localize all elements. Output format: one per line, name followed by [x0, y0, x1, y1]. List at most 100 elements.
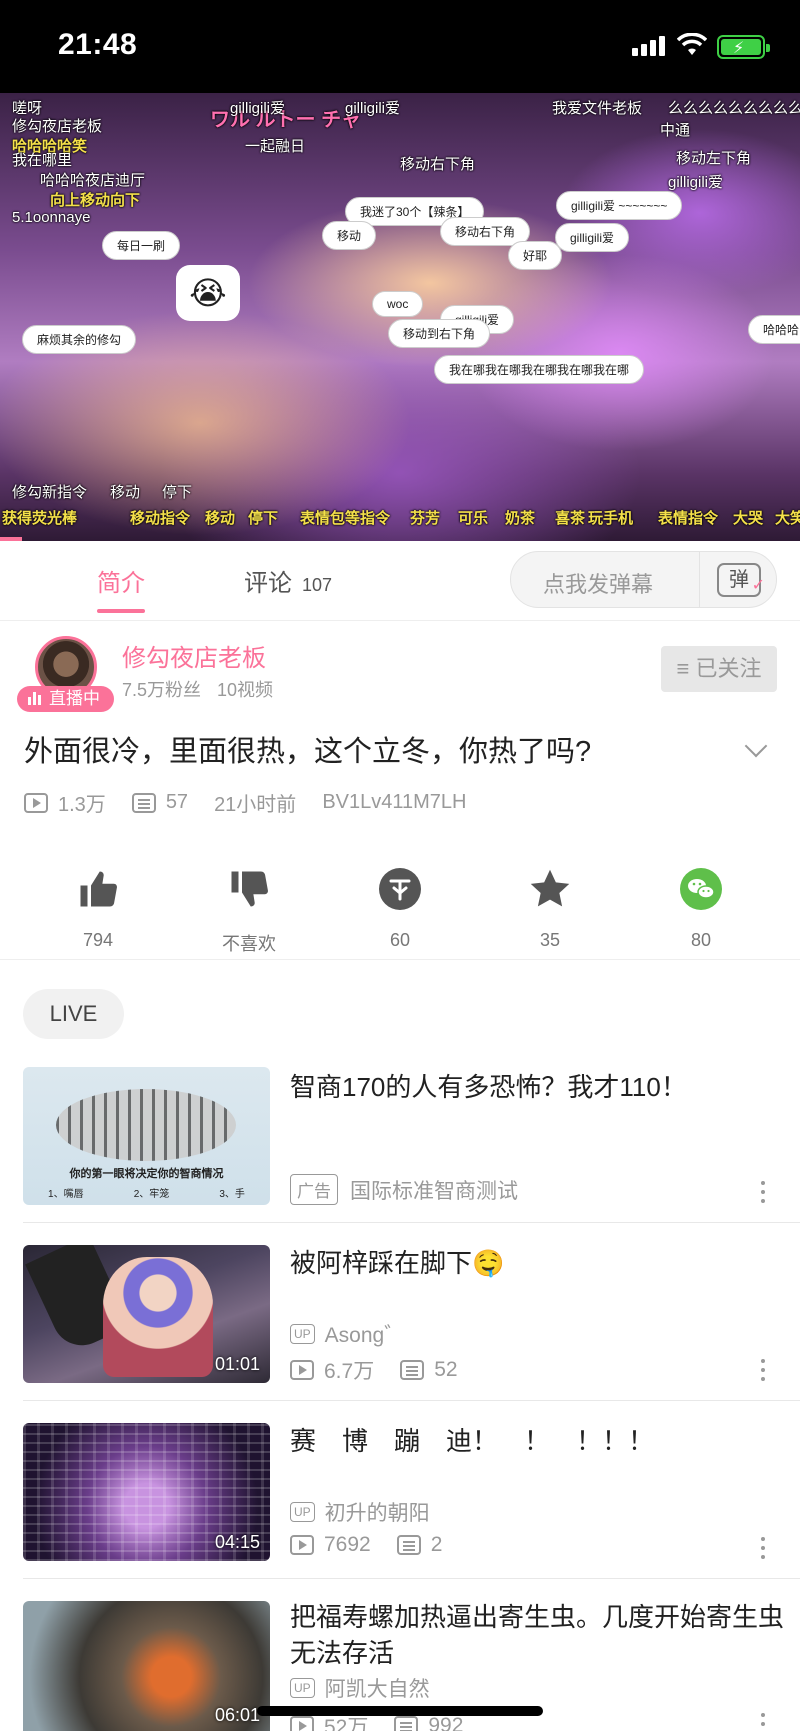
video-title: 外面很冷，里面很热，这个立冬，你热了吗?: [24, 736, 592, 768]
action-bar: 794 不喜欢 60 35 80: [0, 860, 800, 960]
danmaku-text: 可乐: [458, 510, 489, 527]
send-danmaku-input[interactable]: 点我发弹幕 弹 ✓: [510, 551, 777, 608]
ad-badge: 广告: [290, 1174, 338, 1205]
related-title[interactable]: 被阿梓踩在脚下🤤: [290, 1245, 785, 1281]
danmaku-text: 玩手机: [588, 510, 634, 527]
danmaku-text: gilligili爱: [345, 100, 401, 117]
uploader-fans: 7.5万粉丝: [122, 680, 202, 700]
expand-chevron-icon[interactable]: [744, 734, 768, 758]
share-count: 80: [690, 930, 712, 950]
coin-icon: [377, 866, 423, 912]
tab-intro[interactable]: 简介: [97, 563, 145, 598]
danmaku-bubble: woc: [372, 291, 424, 317]
danmaku-toggle-icon[interactable]: 弹 ✓: [717, 563, 765, 597]
wechat-icon: [678, 866, 724, 912]
more-options-icon[interactable]: [760, 1181, 766, 1203]
danmaku-text: 中通: [660, 122, 691, 139]
danmaku-text: 停下: [162, 484, 193, 501]
more-options-icon[interactable]: [760, 1359, 766, 1381]
danmaku-text: 向上移动向下: [50, 192, 141, 209]
video-thumbnail[interactable]: 04:15: [23, 1423, 270, 1561]
danmaku-text: gilligili爱: [668, 174, 724, 191]
danmaku-text: 奶茶: [505, 510, 536, 527]
danmaku-text: 获得荧光棒: [2, 510, 78, 527]
uploader-stats: 7.5万粉丝 10视频: [122, 676, 273, 702]
wifi-icon: [677, 33, 707, 55]
danmaku-count-icon: [400, 1360, 425, 1380]
dislike-label: 不喜欢: [222, 934, 276, 954]
publish-time: 21小时前: [214, 794, 297, 816]
danmaku-bubble: 哈哈哈: [748, 315, 800, 344]
play-count-icon: [24, 792, 48, 813]
uploader-name[interactable]: 修勾夜店老板: [122, 638, 266, 673]
danmaku-count-icon: [394, 1716, 419, 1731]
danmaku-text: 大笑: [775, 510, 800, 527]
favorite-count: 35: [539, 930, 561, 950]
detail-tabs: 简介 评论 107 点我发弹幕 弹 ✓: [0, 541, 800, 621]
video-duration: 06:01: [214, 1705, 260, 1725]
video-thumbnail[interactable]: 你的第一眼将决定你的智商情况 1、嘴唇 2、牢笼 3、手: [23, 1067, 270, 1205]
danmaku-text: 移动右下角: [400, 156, 476, 173]
divider: [23, 1578, 800, 1579]
up-badge: UP: [290, 1678, 315, 1698]
related-title[interactable]: 把福寿螺加热逼出寄生虫。几度开始寄生虫无法存活: [290, 1599, 785, 1671]
more-options-icon[interactable]: [760, 1537, 766, 1559]
like-count: 794: [82, 930, 114, 950]
battery-charging-icon: ⚡: [717, 35, 770, 59]
star-icon: [527, 866, 573, 912]
danmaku-text: 修勾新指令: [12, 484, 88, 501]
tab-comments-label: 评论: [244, 570, 292, 597]
more-options-icon[interactable]: [760, 1713, 766, 1731]
list-item[interactable]: 04:15 赛 博 蹦 迪！ ！ ！！！ UP 初升的朝阳 7692 2: [0, 1423, 800, 1583]
related-title[interactable]: 赛 博 蹦 迪！ ！ ！！！: [290, 1423, 785, 1459]
dislike-button[interactable]: 不喜欢: [199, 860, 299, 956]
up-badge: UP: [290, 1324, 315, 1344]
video-thumbnail[interactable]: 01:01: [23, 1245, 270, 1383]
danmaku-text: 哈哈哈夜店迪厅: [40, 172, 146, 189]
list-item[interactable]: 你的第一眼将决定你的智商情况 1、嘴唇 2、牢笼 3、手 智商170的人有多恐怖…: [0, 1067, 800, 1227]
thumbs-down-icon: [226, 866, 272, 912]
thumbnail-illustration: [103, 1257, 213, 1377]
related-owner: 广告 国际标准智商测试: [290, 1174, 518, 1205]
danmaku-text: 大哭: [733, 510, 764, 527]
danmaku-text: 表情包等指令: [300, 510, 391, 527]
danmaku-text: 一起融日: [245, 138, 306, 155]
video-thumbnail[interactable]: 06:01: [23, 1601, 270, 1731]
like-button[interactable]: 794: [48, 860, 148, 951]
danmaku-bubble: 麻烦其余的修勾: [22, 325, 137, 354]
thumbnail-options: 1、嘴唇 2、牢笼 3、手: [48, 1189, 245, 1200]
related-title[interactable]: 智商170的人有多恐怖？我才110！: [290, 1069, 785, 1105]
related-owner: UP 阿凯大自然: [290, 1673, 430, 1703]
video-meta: 1.3万 57 21小时前 BV1Lv411M7LH: [24, 788, 466, 817]
list-item[interactable]: 01:01 被阿梓踩在脚下🤤 UP Asong゛ 6.7万 52: [0, 1245, 800, 1405]
danmaku-bubble: 好耶: [508, 241, 563, 270]
danmaku-count-icon: [131, 792, 156, 813]
view-count: 1.3万: [58, 794, 106, 816]
danmaku-placeholder: 点我发弹幕: [543, 572, 654, 597]
danmaku-text: 么么么么么么么么么: [668, 100, 800, 117]
danmaku-count: 57: [165, 791, 189, 813]
danmaku-text: 移动: [205, 510, 236, 527]
cellular-signal-icon: [632, 36, 665, 56]
danmaku-bubble: 移动: [322, 221, 377, 250]
thumbs-up-icon: [75, 866, 121, 912]
live-status-badge[interactable]: 直播中: [17, 686, 114, 712]
share-button[interactable]: 80: [651, 860, 751, 951]
crying-emoji-bubble: 😭: [176, 265, 240, 321]
tab-comments[interactable]: 评论 107: [244, 563, 332, 598]
danmaku-text: 我爱文件老板: [552, 100, 643, 117]
coin-button[interactable]: 60: [350, 860, 450, 951]
danmaku-text: gilligili爱: [230, 100, 286, 117]
followed-button[interactable]: ≡ 已关注: [661, 646, 777, 692]
live-tag-chip[interactable]: LIVE: [23, 989, 124, 1039]
related-stats: 6.7万 52: [290, 1355, 458, 1385]
favorite-button[interactable]: 35: [500, 860, 600, 951]
play-count-icon: [290, 1360, 314, 1380]
divider: [699, 552, 700, 607]
video-player[interactable]: ワル ルトー チャ 嗟呀 gilligili爱 gilligili爱 我爱文件老…: [0, 93, 800, 541]
danmaku-bubble: 我在哪我在哪我在哪我在哪我在哪: [434, 355, 645, 384]
danmaku-text: 表情指令: [658, 510, 719, 527]
danmaku-text: 移动左下角: [676, 150, 752, 167]
danmaku-bubble: 每日一刷: [102, 231, 181, 260]
home-indicator[interactable]: [257, 1706, 543, 1716]
